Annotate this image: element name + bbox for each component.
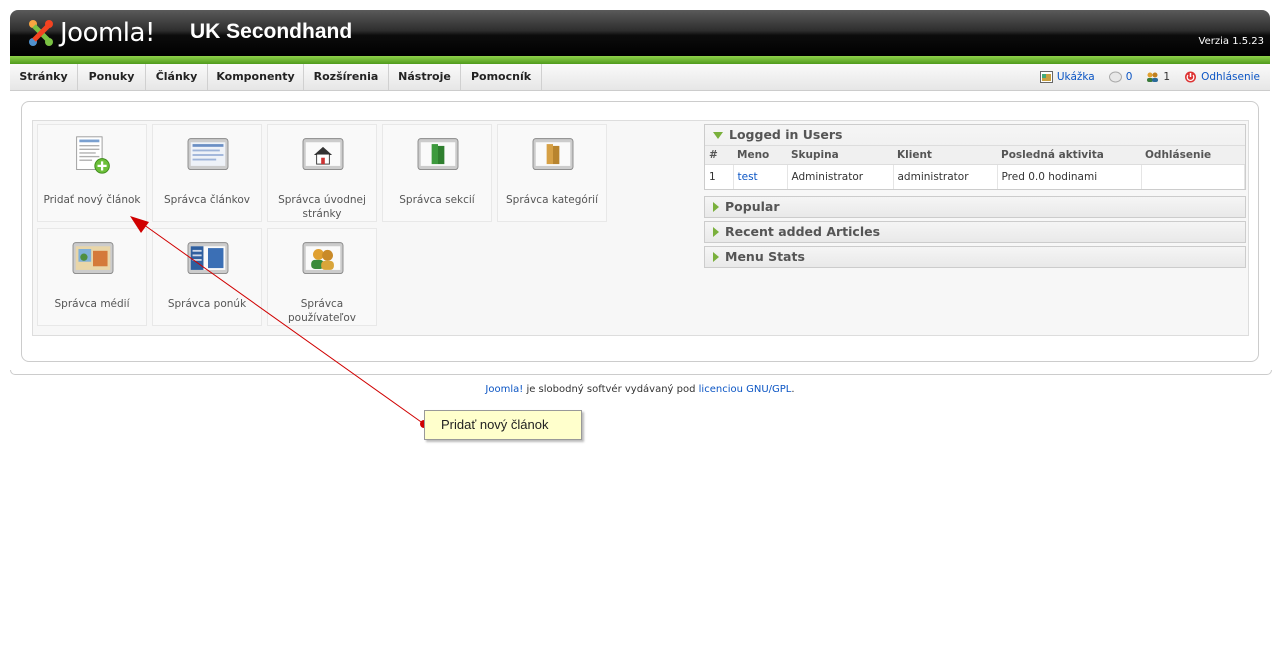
frontpage-manager-icon — [302, 138, 344, 170]
logged-in-users-module: Logged in Users # Meno Skupina Klient Po… — [704, 124, 1246, 190]
user-manager-icon — [302, 242, 344, 274]
user-manager-label: Správca používateľov — [288, 298, 356, 324]
col-klient: Klient — [893, 145, 997, 165]
logout-icon — [1185, 71, 1197, 83]
messages-link[interactable]: 0 — [1108, 64, 1132, 90]
status-area: Ukážka 0 1 Odhlásenie — [1039, 64, 1260, 90]
main-menubar: Stránky Ponuky Články Komponenty Rozšíre… — [10, 64, 1270, 91]
menu-stats-title: Menu Stats — [725, 249, 805, 264]
logout-cell — [1141, 164, 1245, 189]
add-article-button[interactable]: Pridať nový článok — [37, 124, 147, 222]
license-link[interactable]: licenciou GNU/GPL — [699, 384, 792, 395]
joomla-logo: Joomla! — [26, 16, 155, 50]
col-number: # — [705, 145, 733, 165]
logout-link[interactable]: Odhlásenie — [1184, 64, 1260, 90]
user-client: administrator — [893, 164, 998, 189]
recent-articles-title: Recent added Articles — [725, 224, 881, 239]
menu-clanky[interactable]: Články — [146, 64, 208, 90]
annotation-callout: Pridať nový článok — [424, 410, 582, 440]
user-name-link[interactable]: test — [733, 164, 788, 189]
collapsed-arrow-icon — [713, 252, 719, 262]
section-manager-label: Správca sekcií — [399, 194, 475, 206]
messages-icon — [1108, 71, 1122, 83]
media-manager-icon — [72, 242, 114, 274]
recent-articles-module[interactable]: Recent added Articles — [704, 221, 1246, 243]
menu-nastroje[interactable]: Nástroje — [389, 64, 461, 90]
category-manager-button[interactable]: Správca kategórií — [497, 124, 607, 222]
menu-stranky[interactable]: Stránky — [10, 64, 78, 90]
category-manager-label: Správca kategórií — [506, 194, 598, 206]
menu-pomocnik[interactable]: Pomocník — [461, 64, 542, 90]
footer: Joomla! je slobodný softvér vydávaný pod… — [0, 384, 1280, 395]
menu-stats-module[interactable]: Menu Stats — [704, 246, 1246, 268]
media-manager-label: Správca médií — [54, 298, 130, 310]
col-meno: Meno — [733, 145, 787, 165]
users-online: 1 — [1146, 64, 1170, 90]
site-title: UK Secondhand — [190, 20, 353, 43]
section-manager-button[interactable]: Správca sekcií — [382, 124, 492, 222]
preview-icon — [1039, 71, 1053, 83]
col-posledna-aktivita: Posledná aktivita — [997, 145, 1141, 165]
add-article-label: Pridať nový článok — [43, 194, 141, 206]
row-number: 1 — [705, 164, 734, 189]
version-label: Verzia 1.5.23 — [1198, 36, 1264, 47]
add-article-icon — [76, 136, 110, 174]
footer-end: . — [791, 384, 795, 395]
menu-ponuky[interactable]: Ponuky — [78, 64, 146, 90]
user-manager-button[interactable]: Správca používateľov — [267, 228, 377, 326]
popular-title: Popular — [725, 199, 780, 214]
section-manager-icon — [417, 138, 459, 170]
frontpage-manager-label: Správca úvodnej stránky — [278, 194, 366, 220]
frontpage-manager-button[interactable]: Správca úvodnej stránky — [267, 124, 377, 222]
popular-module[interactable]: Popular — [704, 196, 1246, 218]
footer-text: je slobodný softvér vydávaný pod — [523, 384, 699, 395]
article-manager-icon — [187, 138, 229, 170]
col-skupina: Skupina — [787, 145, 893, 165]
article-manager-button[interactable]: Správca článkov — [152, 124, 262, 222]
col-odhlasenie: Odhlásenie — [1141, 145, 1245, 165]
menu-rozsirenia[interactable]: Rozšírenia — [304, 64, 389, 90]
category-manager-icon — [532, 138, 574, 170]
menu-manager-button[interactable]: Správca ponúk — [152, 228, 262, 326]
main-frame-bottom — [10, 370, 1272, 375]
joomla-logo-icon — [29, 20, 53, 46]
header-bar: Joomla! UK Secondhand Verzia 1.5.23 — [10, 10, 1270, 56]
logged-in-users-table: # Meno Skupina Klient Posledná aktivita … — [705, 145, 1245, 189]
menu-manager-icon — [187, 242, 229, 274]
expanded-arrow-icon — [713, 131, 723, 139]
logged-in-users-title: Logged in Users — [729, 127, 843, 142]
table-row: 1 test Administrator administrator Pred … — [705, 164, 1245, 189]
last-activity: Pred 0.0 hodinami — [997, 164, 1142, 189]
logo-text: Joomla! — [60, 18, 155, 48]
collapsed-arrow-icon — [713, 202, 719, 212]
users-icon — [1147, 72, 1159, 82]
user-group: Administrator — [787, 164, 894, 189]
article-manager-label: Správca článkov — [164, 194, 250, 206]
collapsed-arrow-icon — [713, 227, 719, 237]
media-manager-button[interactable]: Správca médií — [37, 228, 147, 326]
joomla-link[interactable]: Joomla! — [485, 384, 523, 395]
preview-link[interactable]: Ukážka — [1039, 64, 1095, 90]
menu-komponenty[interactable]: Komponenty — [208, 64, 304, 90]
green-accent-bar — [10, 56, 1270, 64]
menu-manager-label: Správca ponúk — [167, 298, 247, 310]
logged-in-users-toggle[interactable]: Logged in Users — [705, 125, 1245, 145]
